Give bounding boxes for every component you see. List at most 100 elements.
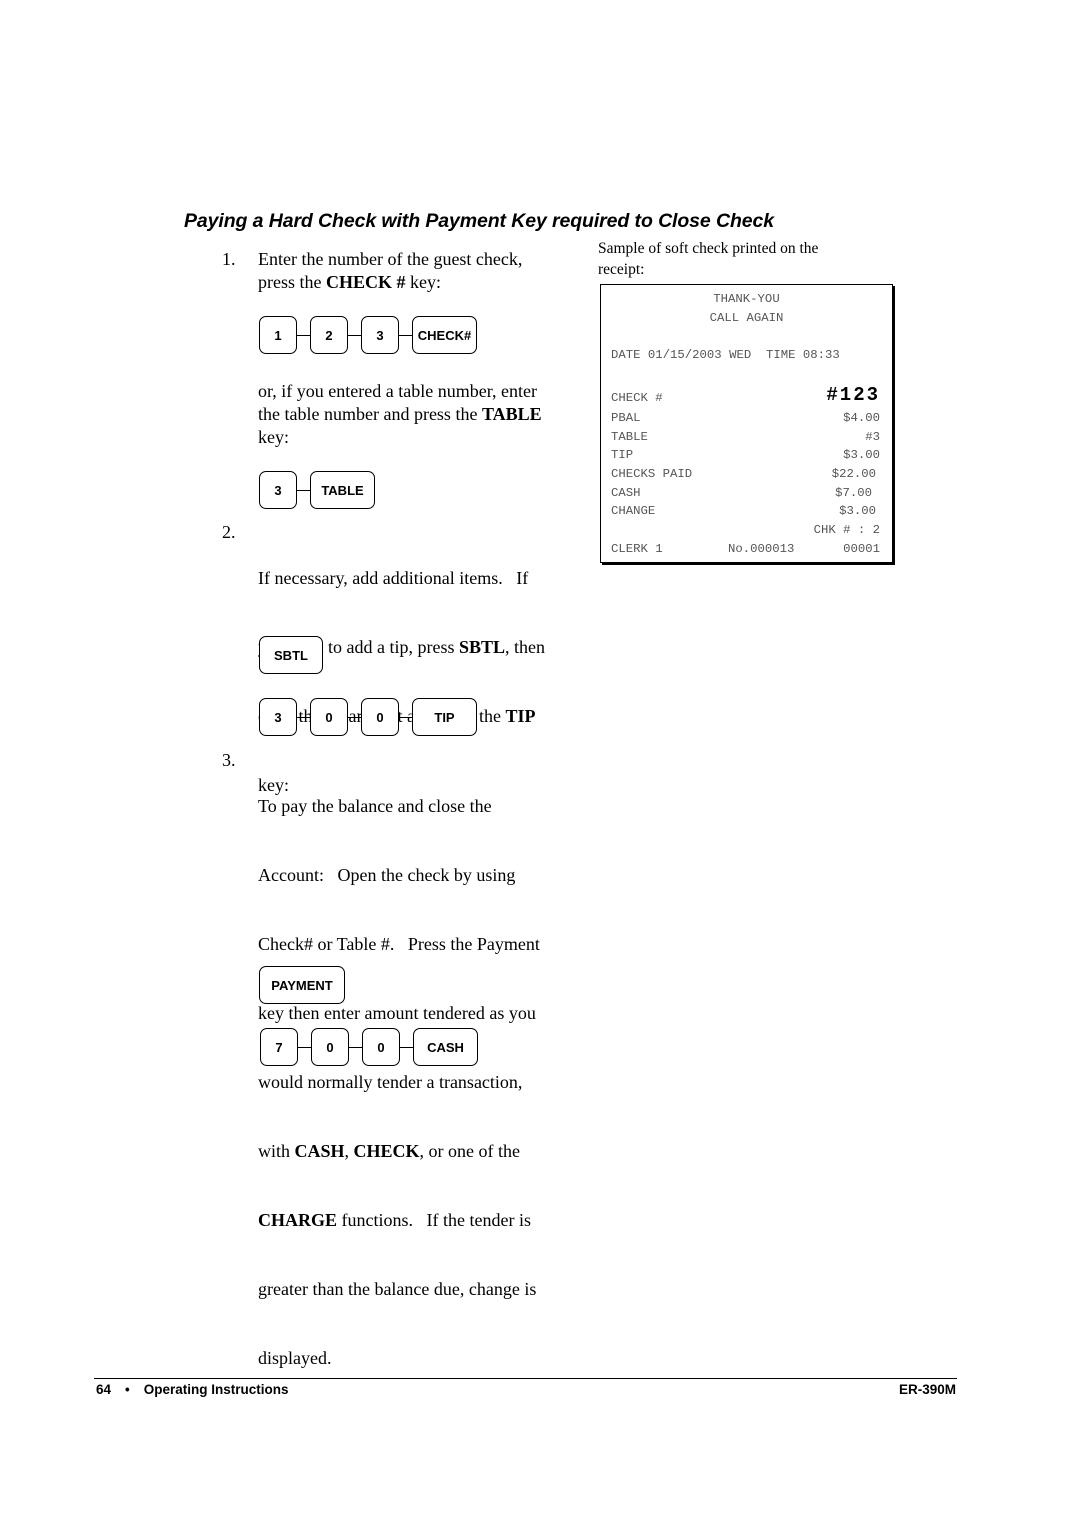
receipt-number: No.000013 xyxy=(728,542,795,556)
row-label: CHECK # xyxy=(611,391,663,405)
receipt-row: PBAL $4.00 xyxy=(601,409,892,427)
key-3: 3 xyxy=(361,316,399,354)
row-label: CHECKS PAID xyxy=(611,467,693,481)
key-cash: CASH xyxy=(413,1028,478,1066)
key-connector xyxy=(349,1046,362,1048)
key-tip: TIP xyxy=(412,698,477,736)
receipt-row: CHANGE $3.00 xyxy=(601,502,892,520)
receipt-row: CASH $7.00 xyxy=(601,484,892,502)
key-sequence-sbtl: SBTL xyxy=(259,636,323,674)
table-alternative-text: or, if you entered a table number, enter… xyxy=(258,380,588,449)
row-label: PBAL xyxy=(611,411,641,425)
row-label: CASH xyxy=(611,486,641,500)
step-line: Account: Open the check by using xyxy=(258,865,516,885)
row-value: $22.00 xyxy=(831,467,876,481)
section-name: Operating Instructions xyxy=(143,1382,289,1397)
key-name: CHECK # xyxy=(325,272,406,292)
key-name: SBTL xyxy=(458,637,506,657)
step-line: Check# or Table #. Press the Payment xyxy=(258,934,540,954)
para-line: or, if you entered a table number, enter xyxy=(258,381,537,401)
footer-divider xyxy=(94,1378,957,1379)
step-number: 3. xyxy=(222,750,236,770)
key-sbtl: SBTL xyxy=(259,636,323,674)
key-name: TABLE xyxy=(481,404,542,424)
receipt-header-2: CALL AGAIN xyxy=(709,311,784,325)
step-line: press the CHECK # key: xyxy=(258,272,441,292)
step-number: 1. xyxy=(222,249,236,269)
key-sequence-check: 1 2 3 CHECK# xyxy=(259,316,477,354)
row-value: $7.00 xyxy=(835,486,872,500)
key-connector xyxy=(298,1046,311,1048)
key-sequence-table: 3 TABLE xyxy=(259,471,375,509)
receipt-row: TABLE #3 xyxy=(601,428,892,446)
section-heading: Paying a Hard Check with Payment Key req… xyxy=(184,210,775,232)
receipt-row: CHECK # #123 xyxy=(601,384,892,411)
key-connector xyxy=(297,489,310,491)
key-7: 7 xyxy=(260,1028,298,1066)
key-table: TABLE xyxy=(310,471,375,509)
key-connector xyxy=(400,1046,413,1048)
step-line: CHARGE functions. If the tender is xyxy=(258,1210,531,1230)
step-number: 2. xyxy=(222,522,236,542)
step-line: Enter the number of the guest check, xyxy=(258,249,523,269)
key-2: 2 xyxy=(310,316,348,354)
key-name: CASH xyxy=(294,1141,345,1161)
step-line: If necessary, add additional items. If xyxy=(258,568,529,588)
bullet-icon: • xyxy=(125,1382,130,1397)
step-line: To pay the balance and close the xyxy=(258,796,492,816)
check-number-value: #123 xyxy=(826,384,880,406)
step-line: with CASH, CHECK, or one of the xyxy=(258,1141,521,1161)
para-line: key: xyxy=(258,427,289,447)
key-3: 3 xyxy=(259,698,297,736)
model-name: ER-390M xyxy=(898,1382,956,1397)
key-connector xyxy=(348,334,361,336)
step-line: would normally tender a transaction, xyxy=(258,1072,523,1092)
receipt-footer-line: CLERK 1 No.000013 00001 xyxy=(601,540,892,558)
step-text: To pay the balance and close the Account… xyxy=(258,749,540,1416)
key-0: 0 xyxy=(361,698,399,736)
clerk: CLERK 1 xyxy=(611,542,663,556)
key-0: 0 xyxy=(311,1028,349,1066)
receipt-date-line: DATE 01/15/2003 WED TIME 08:33 xyxy=(601,346,892,364)
receipt-header-1: THANK-YOU xyxy=(713,292,780,306)
key-0: 0 xyxy=(310,698,348,736)
key-sequence-payment: PAYMENT xyxy=(259,966,345,1004)
row-label: TABLE xyxy=(611,430,648,444)
row-value: $4.00 xyxy=(843,411,880,425)
row-value: CHK # : 2 xyxy=(813,523,880,537)
key-1: 1 xyxy=(259,316,297,354)
key-connector xyxy=(297,334,310,336)
date-time: DATE 01/15/2003 WED TIME 08:33 xyxy=(611,348,840,362)
key-connector xyxy=(399,716,412,718)
key-check-number: CHECK# xyxy=(412,316,477,354)
key-name: TIP xyxy=(505,706,536,726)
page-number: 64 xyxy=(96,1382,112,1397)
step-line: greater than the balance due, change is xyxy=(258,1279,537,1299)
step-text: Enter the number of the guest check, pre… xyxy=(258,248,522,294)
receipt-row: CHECKS PAID $22.00 xyxy=(601,465,892,483)
key-connector xyxy=(297,716,310,718)
row-value: $3.00 xyxy=(843,448,880,462)
key-payment: PAYMENT xyxy=(259,966,345,1004)
receipt-row: TIP $3.00 xyxy=(601,446,892,464)
step-line: displayed. xyxy=(258,1348,332,1368)
sequence-number: 00001 xyxy=(843,542,880,556)
key-3: 3 xyxy=(259,471,297,509)
row-value: #3 xyxy=(865,430,880,444)
receipt-sample: THANK-YOU CALL AGAIN DATE 01/15/2003 WED… xyxy=(600,284,893,563)
row-value: $3.00 xyxy=(839,504,876,518)
key-0: 0 xyxy=(362,1028,400,1066)
key-sequence-cash: 7 0 0 CASH xyxy=(260,1028,478,1066)
key-connector xyxy=(399,334,412,336)
receipt-row: CHK # : 2 xyxy=(601,521,892,539)
row-label: TIP xyxy=(611,448,634,462)
step-line: key then enter amount tendered as you xyxy=(258,1003,536,1023)
para-line: the table number and press the TABLE xyxy=(258,404,542,424)
key-name: CHECK xyxy=(353,1141,420,1161)
key-name: CHARGE xyxy=(258,1210,338,1230)
footer-left: 64 • Operating Instructions xyxy=(96,1382,289,1397)
key-sequence-tip: 3 0 0 TIP xyxy=(259,698,477,736)
receipt-caption: Sample of soft check printed on the rece… xyxy=(598,240,819,278)
row-label: CHANGE xyxy=(611,504,656,518)
key-connector xyxy=(348,716,361,718)
